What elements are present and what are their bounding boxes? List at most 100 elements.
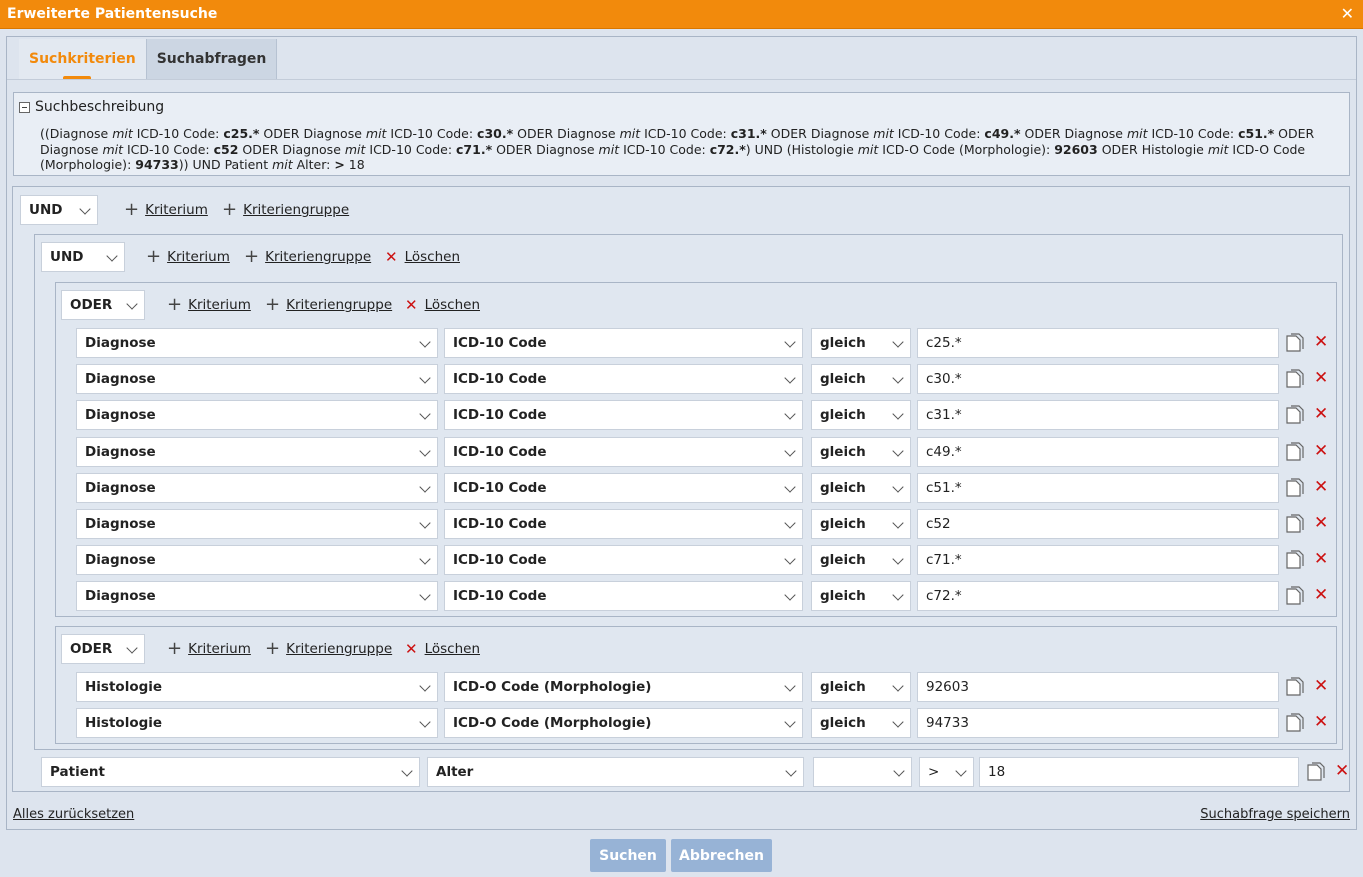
criterion-entity-select[interactable]: Histologie	[76, 672, 438, 702]
search-description-header[interactable]: Suchbeschreibung	[19, 99, 164, 115]
criterion-operator-select[interactable]: gleich	[811, 672, 911, 702]
criterion-field-select[interactable]: ICD-10 Code	[444, 436, 803, 467]
criterion-field-select[interactable]: ICD-10 Code	[444, 400, 803, 431]
criterion-entity-select[interactable]: Diagnose	[76, 400, 438, 431]
criterion-value-input[interactable]: c71.*	[917, 545, 1279, 576]
group-add-group[interactable]: + Kriteriengruppe	[265, 638, 392, 660]
group-operator-select[interactable]: ODER	[61, 634, 145, 664]
criterion-value-input[interactable]: c51.*	[917, 472, 1279, 503]
copy-icon[interactable]	[1285, 713, 1305, 733]
save-query-link[interactable]: Suchabfrage speichern	[1200, 807, 1350, 822]
search-button[interactable]: Suchen	[590, 839, 666, 872]
delete-row-icon[interactable]: ✕	[1314, 370, 1328, 387]
criterion-entity-select[interactable]: Patient	[41, 757, 420, 787]
cancel-button[interactable]: Abbrechen	[671, 839, 772, 872]
criteria-group-histologie: ODER + Kriterium + Kriteriengruppe ✕ Löschen Hi…	[55, 626, 1337, 744]
copy-icon[interactable]	[1285, 478, 1305, 498]
criterion-operator-select[interactable]: gleich	[811, 400, 911, 431]
subgroup-operator-select[interactable]: UND	[41, 242, 125, 272]
copy-icon[interactable]	[1285, 333, 1305, 353]
chevron-down-icon	[955, 765, 967, 777]
delete-row-icon[interactable]: ✕	[1335, 763, 1349, 780]
criterion-entity-select[interactable]: Diagnose	[76, 472, 438, 503]
delete-row-icon[interactable]: ✕	[1314, 442, 1328, 459]
criterion-row: Diagnose ICD-10 Code gleich c51.* ✕	[56, 472, 1336, 503]
criterion-entity-select[interactable]: Diagnose	[76, 364, 438, 395]
criterion-entity-select[interactable]: Diagnose	[76, 509, 438, 539]
chevron-down-icon	[892, 372, 904, 384]
delete-row-icon[interactable]: ✕	[1314, 714, 1328, 731]
criterion-operator-select[interactable]: gleich	[811, 364, 911, 395]
copy-icon[interactable]	[1285, 369, 1305, 389]
criterion-value-input[interactable]: c25.*	[917, 328, 1279, 358]
criterion-value-input[interactable]: c52	[917, 509, 1279, 539]
criterion-operator-select[interactable]: gleich	[811, 708, 911, 738]
group-delete[interactable]: ✕ Löschen	[405, 638, 480, 660]
criterion-row: Diagnose ICD-10 Code gleich c49.* ✕	[56, 436, 1336, 467]
criterion-field-select[interactable]: ICD-10 Code	[444, 472, 803, 503]
criterion-entity-select[interactable]: Diagnose	[76, 436, 438, 467]
chevron-down-icon	[784, 553, 796, 565]
root-operator-select[interactable]: UND	[20, 195, 98, 225]
copy-icon[interactable]	[1285, 441, 1305, 462]
criterion-field-select[interactable]: ICD-O Code (Morphologie)	[444, 672, 803, 702]
criterion-operator-select[interactable]: gleich	[811, 472, 911, 503]
criterion-operator-select[interactable]: gleich	[811, 581, 911, 612]
criterion-field-select[interactable]: ICD-10 Code	[444, 509, 803, 539]
subgroup-delete[interactable]: ✕ Löschen	[385, 246, 460, 268]
criterion-entity-select[interactable]: Diagnose	[76, 328, 438, 358]
root-add-criterion[interactable]: + Kriterium	[124, 199, 208, 221]
criterion-entity-select[interactable]: Diagnose	[76, 581, 438, 612]
delete-row-icon[interactable]: ✕	[1314, 587, 1328, 604]
close-icon[interactable]: ✕	[1341, 5, 1354, 23]
chevron-down-icon	[892, 517, 904, 529]
delete-row-icon[interactable]: ✕	[1314, 406, 1328, 423]
criterion-operator-select[interactable]: gleich	[811, 545, 911, 576]
criterion-value-input[interactable]: c72.*	[917, 581, 1279, 612]
group-add-group[interactable]: + Kriteriengruppe	[265, 294, 392, 316]
delete-row-icon[interactable]: ✕	[1314, 515, 1328, 532]
criterion-value-input[interactable]: 94733	[917, 708, 1279, 738]
criterion-value-input[interactable]: c49.*	[917, 436, 1279, 467]
group-add-criterion[interactable]: + Kriterium	[167, 294, 251, 316]
criterion-value-input[interactable]: c30.*	[917, 364, 1279, 395]
delete-row-icon[interactable]: ✕	[1314, 478, 1328, 495]
criterion-field-select[interactable]: ICD-10 Code	[444, 545, 803, 576]
criterion-field-select[interactable]: ICD-10 Code	[444, 581, 803, 612]
copy-icon[interactable]	[1285, 550, 1305, 570]
criterion-field-select[interactable]: Alter	[427, 757, 804, 787]
criterion-value-input[interactable]: c31.*	[917, 400, 1279, 431]
group-add-criterion[interactable]: + Kriterium	[167, 638, 251, 660]
copy-icon[interactable]	[1285, 405, 1305, 425]
criterion-field-select[interactable]: ICD-10 Code	[444, 328, 803, 358]
criterion-field-select[interactable]: ICD-O Code (Morphologie)	[444, 708, 803, 738]
copy-icon[interactable]	[1306, 762, 1326, 782]
group-delete[interactable]: ✕ Löschen	[405, 294, 480, 316]
root-add-group[interactable]: + Kriteriengruppe	[222, 199, 349, 221]
chevron-down-icon	[892, 481, 904, 493]
subgroup-add-group[interactable]: + Kriteriengruppe	[244, 246, 371, 268]
criterion-value-input[interactable]: 92603	[917, 672, 1279, 702]
subgroup-add-criterion[interactable]: + Kriterium	[146, 246, 230, 268]
reset-all-link[interactable]: Alles zurücksetzen	[13, 807, 134, 822]
criterion-value-input[interactable]: 18	[979, 757, 1299, 787]
criterion-entity-select[interactable]: Diagnose	[76, 545, 438, 576]
tab-suchkriterien[interactable]: Suchkriterien	[19, 39, 147, 79]
criterion-operator-select[interactable]: gleich	[811, 436, 911, 467]
chevron-down-icon	[784, 481, 796, 493]
delete-row-icon[interactable]: ✕	[1314, 678, 1328, 695]
tab-suchabfragen[interactable]: Suchabfragen	[146, 39, 278, 79]
criterion-entity-select[interactable]: Histologie	[76, 708, 438, 738]
copy-icon[interactable]	[1285, 677, 1305, 697]
collapse-icon[interactable]	[19, 101, 30, 113]
criterion-field-select[interactable]: ICD-10 Code	[444, 364, 803, 395]
criterion-unit-select[interactable]	[813, 757, 912, 787]
group-operator-select[interactable]: ODER	[61, 290, 145, 320]
delete-row-icon[interactable]: ✕	[1314, 551, 1328, 568]
copy-icon[interactable]	[1285, 586, 1305, 606]
criterion-operator-select[interactable]: gleich	[811, 328, 911, 358]
copy-icon[interactable]	[1285, 514, 1305, 534]
criterion-operator-select[interactable]: gleich	[811, 509, 911, 539]
criterion-operator-select[interactable]: >	[919, 757, 974, 787]
delete-row-icon[interactable]: ✕	[1314, 334, 1328, 351]
